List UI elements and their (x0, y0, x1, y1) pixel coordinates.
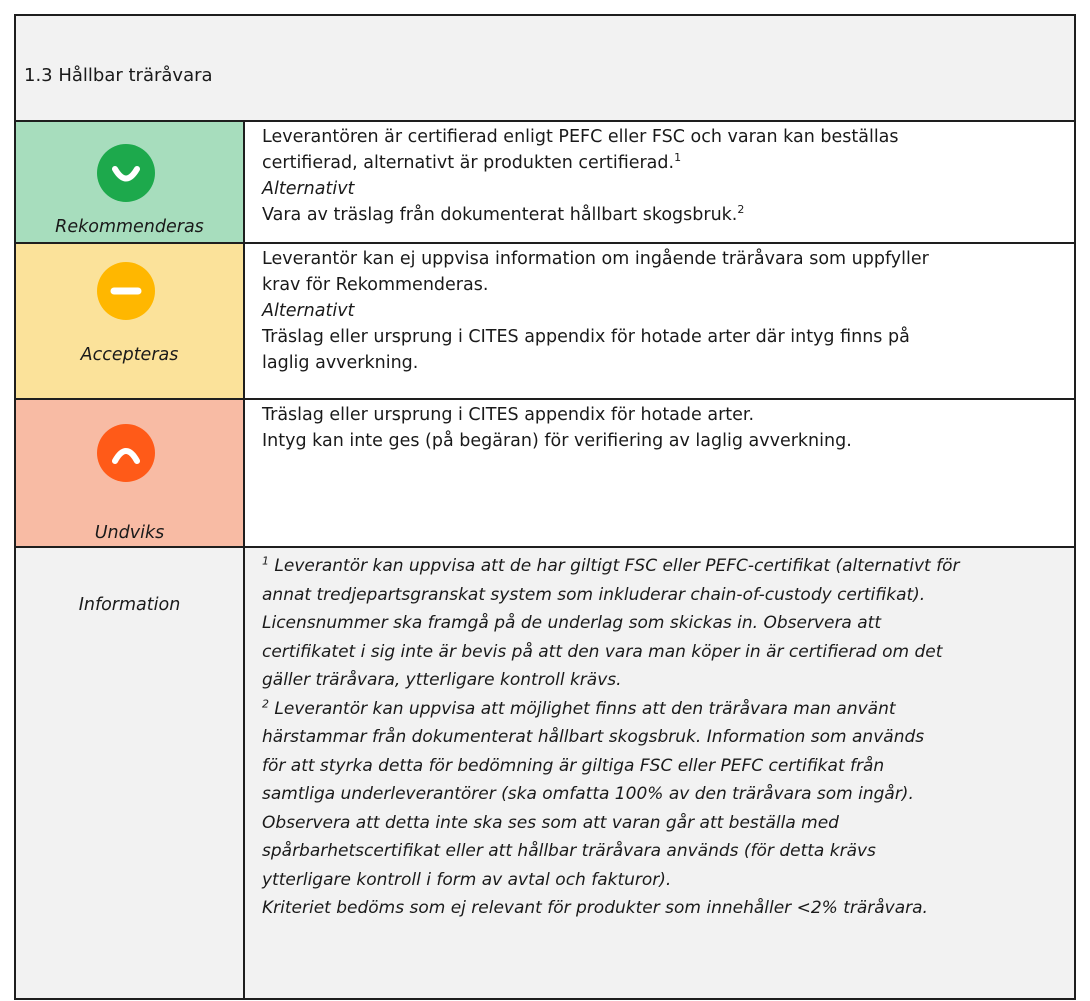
text-fragment: certifierad, alternativt är produkten ce… (262, 153, 675, 173)
criteria-text: Leverantör kan ej uppvisa information om… (245, 244, 1074, 398)
row-accepted: Accepteras Leverantör kan ej uppvisa inf… (16, 244, 1074, 400)
text-line: Träslag eller ursprung i CITES appendix … (262, 327, 910, 347)
text-line: 1 Leverantör kan uppvisa att de har gilt… (262, 552, 1064, 581)
text-line: certifierad, alternativt är produkten ce… (262, 150, 1064, 176)
text-line: Vara av träslag från dokumenterat hållba… (262, 202, 1064, 228)
alternative-label: Alternativt (262, 301, 355, 321)
text-line: Intyg kan inte ges (på begäran) för veri… (262, 431, 852, 451)
text-line: Observera att detta inte ska ses som att… (262, 812, 839, 833)
rating-label: Rekommenderas (55, 217, 204, 237)
text-line: Leverantören är certifierad enligt PEFC … (262, 127, 899, 147)
alternative-label: Alternativt (262, 179, 355, 199)
text-line: ytterligare kontroll i form av avtal och… (262, 869, 672, 890)
text-line: 2 Leverantör kan uppvisa att möjlighet f… (262, 695, 1064, 724)
text-line: för att styrka detta för bedömning är gi… (262, 755, 885, 776)
footnote-number: 2 (262, 696, 269, 710)
criteria-text: Träslag eller ursprung i CITES appendix … (245, 400, 1074, 546)
text-line: Kriteriet bedöms som ej relevant för pro… (262, 898, 928, 918)
row-avoided: Undviks Träslag eller ursprung i CITES a… (16, 400, 1074, 548)
information-label: Information (78, 595, 181, 615)
criteria-text: Leverantören är certifierad enligt PEFC … (245, 122, 1074, 242)
text-fragment: Leverantör kan uppvisa att de har giltig… (274, 556, 960, 576)
text-line: Leverantör kan ej uppvisa information om… (262, 249, 929, 269)
footnote-ref: 1 (674, 151, 682, 165)
row-recommended: Rekommenderas Leverantören är certifiera… (16, 122, 1074, 244)
neutral-icon (97, 262, 155, 320)
table-header: 1.3 Hållbar träråvara (16, 16, 1074, 122)
text-line: samtliga underleverantörer (ska omfatta … (262, 784, 914, 804)
information-label-cell: Information (16, 548, 245, 998)
smile-icon (97, 144, 155, 202)
text-line: gäller träråvara, ytterligare kontroll k… (262, 670, 622, 690)
footnote-ref: 2 (737, 203, 745, 217)
text-line: spårbarhetscertifikat eller att hållbar … (262, 841, 876, 861)
frown-icon (97, 424, 155, 482)
rating-label: Accepteras (80, 345, 179, 365)
rating-cell-accepted: Accepteras (16, 244, 245, 398)
criteria-table: 1.3 Hållbar träråvara Rekommenderas Leve… (14, 14, 1076, 1000)
section-title: 1.3 Hållbar träråvara (24, 65, 213, 86)
text-line: laglig avverkning. (262, 353, 419, 373)
rating-cell-avoided: Undviks (16, 400, 245, 546)
rating-cell-recommended: Rekommenderas (16, 122, 245, 242)
text-line: Träslag eller ursprung i CITES appendix … (262, 405, 755, 425)
text-line: Licensnummer ska framgå på de underlag s… (262, 613, 882, 633)
text-line: krav för Rekommenderas. (262, 275, 489, 295)
footnote-number: 1 (262, 554, 269, 568)
row-information: Information 1 Leverantör kan uppvisa att… (16, 548, 1074, 998)
text-fragment: Vara av träslag från dokumenterat hållba… (262, 205, 738, 225)
text-line: annat tredjepartsgranskat system som ink… (262, 584, 926, 605)
text-fragment: Leverantör kan uppvisa att möjlighet fin… (274, 698, 896, 719)
text-line: härstammar från dokumenterat hållbart sk… (262, 727, 925, 747)
rating-label: Undviks (94, 523, 165, 543)
information-text: 1 Leverantör kan uppvisa att de har gilt… (245, 548, 1074, 998)
text-line: certifikatet i sig inte är bevis på att … (262, 641, 943, 662)
